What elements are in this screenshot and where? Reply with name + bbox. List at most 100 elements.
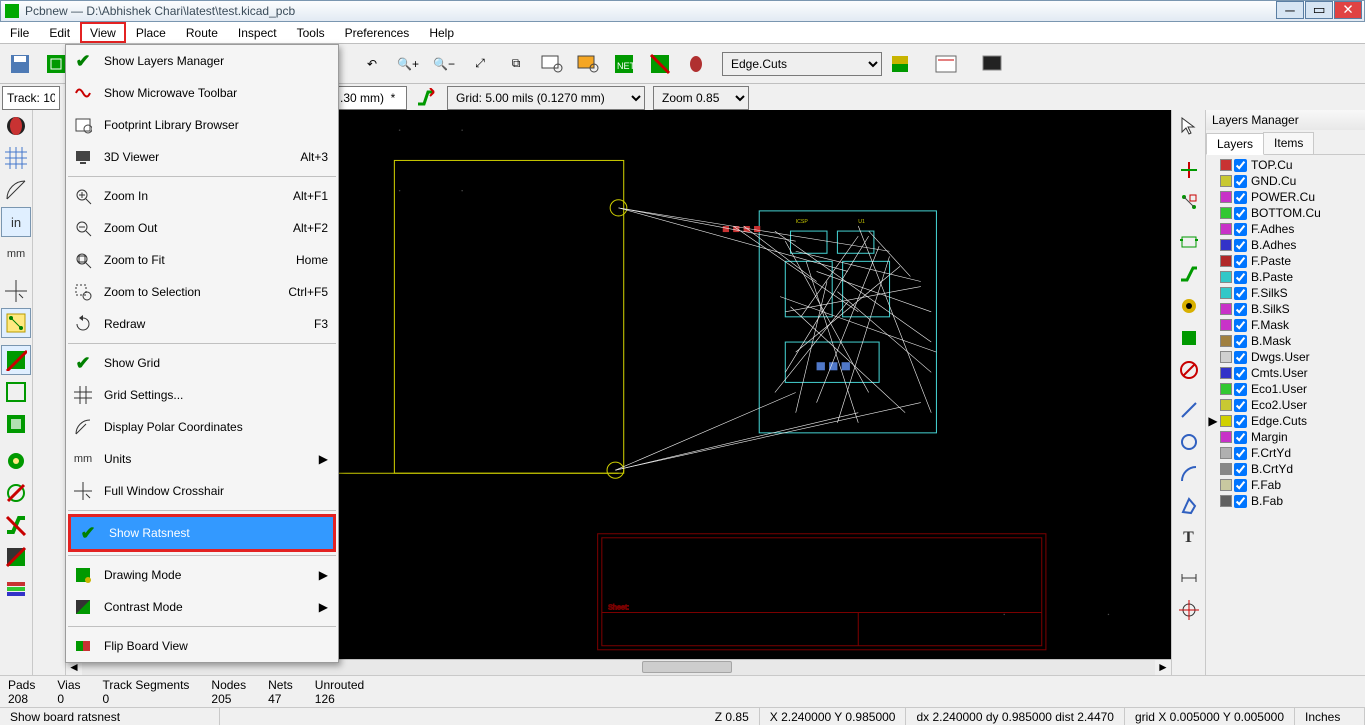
menu-item-zoom-to-fit[interactable]: Zoom to FitHome [66,244,338,276]
menu-item-3d-viewer[interactable]: 3D ViewerAlt+3 [66,141,338,173]
layer-color-swatch[interactable] [1220,431,1232,443]
contrast-mode-icon[interactable] [1,542,31,572]
find-icon[interactable] [535,47,569,81]
ratsnest-show-icon[interactable] [1,308,31,338]
layer-color-swatch[interactable] [1220,223,1232,235]
layer-color-swatch[interactable] [1220,399,1232,411]
layer-color-swatch[interactable] [1220,335,1232,347]
layer-visibility-checkbox[interactable] [1234,399,1247,412]
layer-color-swatch[interactable] [1220,271,1232,283]
layer-color-swatch[interactable] [1220,159,1232,171]
layer-row-b-mask[interactable]: B.Mask [1208,333,1363,349]
layer-row-b-adhes[interactable]: B.Adhes [1208,237,1363,253]
via-sketch-icon[interactable] [1,478,31,508]
menu-inspect[interactable]: Inspect [228,22,287,43]
layer-row-f-silks[interactable]: F.SilkS [1208,285,1363,301]
menu-item-zoom-in[interactable]: Zoom InAlt+F1 [66,180,338,212]
layer-select[interactable]: Edge.Cuts [722,52,882,76]
grid-combo[interactable]: Grid: 5.00 mils (0.1270 mm) [447,86,645,110]
layer-visibility-checkbox[interactable] [1234,367,1247,380]
menu-item-drawing-mode[interactable]: Drawing Mode▶ [66,559,338,591]
layer-row-b-silks[interactable]: B.SilkS [1208,301,1363,317]
menu-item-flip-board-view[interactable]: Flip Board View [66,630,338,662]
fill-zones-icon[interactable] [1,345,31,375]
draw-arc-icon[interactable] [1174,459,1204,489]
menu-preferences[interactable]: Preferences [335,22,420,43]
add-via-icon[interactable] [1174,291,1204,321]
layer-row-f-paste[interactable]: F.Paste [1208,253,1363,269]
layer-row-gnd-cu[interactable]: GND.Cu [1208,173,1363,189]
layer-color-swatch[interactable] [1220,287,1232,299]
layer-color-swatch[interactable] [1220,191,1232,203]
menu-help[interactable]: Help [419,22,464,43]
layer-visibility-checkbox[interactable] [1234,335,1247,348]
layer-row-margin[interactable]: Margin [1208,429,1363,445]
layer-color-swatch[interactable] [1220,255,1232,267]
layer-row-power-cu[interactable]: POWER.Cu [1208,189,1363,205]
units-inch-icon[interactable]: in [1,207,31,237]
layer-visibility-checkbox[interactable] [1234,463,1247,476]
layer-color-swatch[interactable] [1220,239,1232,251]
autotrack-icon[interactable] [412,86,440,110]
add-footprint-icon[interactable] [1174,227,1204,257]
scripting-icon[interactable] [929,47,963,81]
layer-visibility-checkbox[interactable] [1234,319,1247,332]
layer-row-b-crtyd[interactable]: B.CrtYd [1208,461,1363,477]
menu-item-show-layers-manager[interactable]: ✔Show Layers Manager [66,45,338,77]
units-mm-icon[interactable]: mm [1,239,31,269]
highlight-net-icon[interactable] [1174,155,1204,185]
zoom-in-icon[interactable]: 🔍+ [391,47,425,81]
layer-color-swatch[interactable] [1220,351,1232,363]
layer-row-top-cu[interactable]: TOP.Cu [1208,157,1363,173]
layer-row-f-adhes[interactable]: F.Adhes [1208,221,1363,237]
close-button[interactable]: ✕ [1334,1,1362,19]
menu-item-redraw[interactable]: RedrawF3 [66,308,338,340]
draw-polygon-icon[interactable] [1174,491,1204,521]
draw-line-icon[interactable] [1174,395,1204,425]
layer-color-swatch[interactable] [1220,495,1232,507]
layer-color-swatch[interactable] [1220,479,1232,491]
layer-visibility-checkbox[interactable] [1234,383,1247,396]
layer-row-bottom-cu[interactable]: BOTTOM.Cu [1208,205,1363,221]
pad-sketch-icon[interactable] [1,446,31,476]
layer-visibility-checkbox[interactable] [1234,351,1247,364]
zoom-out-icon[interactable]: 🔍− [427,47,461,81]
minimize-button[interactable]: ─ [1276,1,1304,19]
layer-visibility-checkbox[interactable] [1234,191,1247,204]
menu-item-units[interactable]: mmUnits▶ [66,443,338,475]
netlist-icon[interactable]: NET [607,47,641,81]
save-icon[interactable] [3,47,37,81]
layer-color-swatch[interactable] [1220,367,1232,379]
layer-visibility-checkbox[interactable] [1234,495,1247,508]
layer-row-edge-cuts[interactable]: ▶Edge.Cuts [1208,413,1363,429]
layer-row-eco1-user[interactable]: Eco1.User [1208,381,1363,397]
local-ratsnest-icon[interactable] [1174,187,1204,217]
via-size-combo[interactable] [335,86,407,110]
polar-coords-icon[interactable] [1,175,31,205]
layer-pair-icon[interactable] [883,47,917,81]
draw-circle-icon[interactable] [1174,427,1204,457]
layer-visibility-checkbox[interactable] [1234,447,1247,460]
menu-item-zoom-out[interactable]: Zoom OutAlt+F2 [66,212,338,244]
layer-row-f-mask[interactable]: F.Mask [1208,317,1363,333]
layer-row-cmts-user[interactable]: Cmts.User [1208,365,1363,381]
menu-item-full-window-crosshair[interactable]: Full Window Crosshair [66,475,338,507]
layer-visibility-checkbox[interactable] [1234,303,1247,316]
layer-row-f-crtyd[interactable]: F.CrtYd [1208,445,1363,461]
layers-manager-visible-icon[interactable] [1,574,31,604]
menu-item-show-grid[interactable]: ✔Show Grid [66,347,338,379]
track-sketch-icon[interactable] [1,510,31,540]
zoom-fit-icon[interactable]: ⤢ [463,47,497,81]
menu-place[interactable]: Place [126,22,176,43]
layer-row-b-fab[interactable]: B.Fab [1208,493,1363,509]
layer-color-swatch[interactable] [1220,207,1232,219]
menu-item-zoom-to-selection[interactable]: Zoom to SelectionCtrl+F5 [66,276,338,308]
hide-zones-icon[interactable] [1,409,31,439]
show-grid-icon[interactable] [1,143,31,173]
menu-tools[interactable]: Tools [287,22,335,43]
layer-color-swatch[interactable] [1220,415,1232,427]
layer-visibility-checkbox[interactable] [1234,431,1247,444]
layer-visibility-checkbox[interactable] [1234,479,1247,492]
menu-route[interactable]: Route [176,22,228,43]
track-width-combo[interactable] [2,86,60,110]
